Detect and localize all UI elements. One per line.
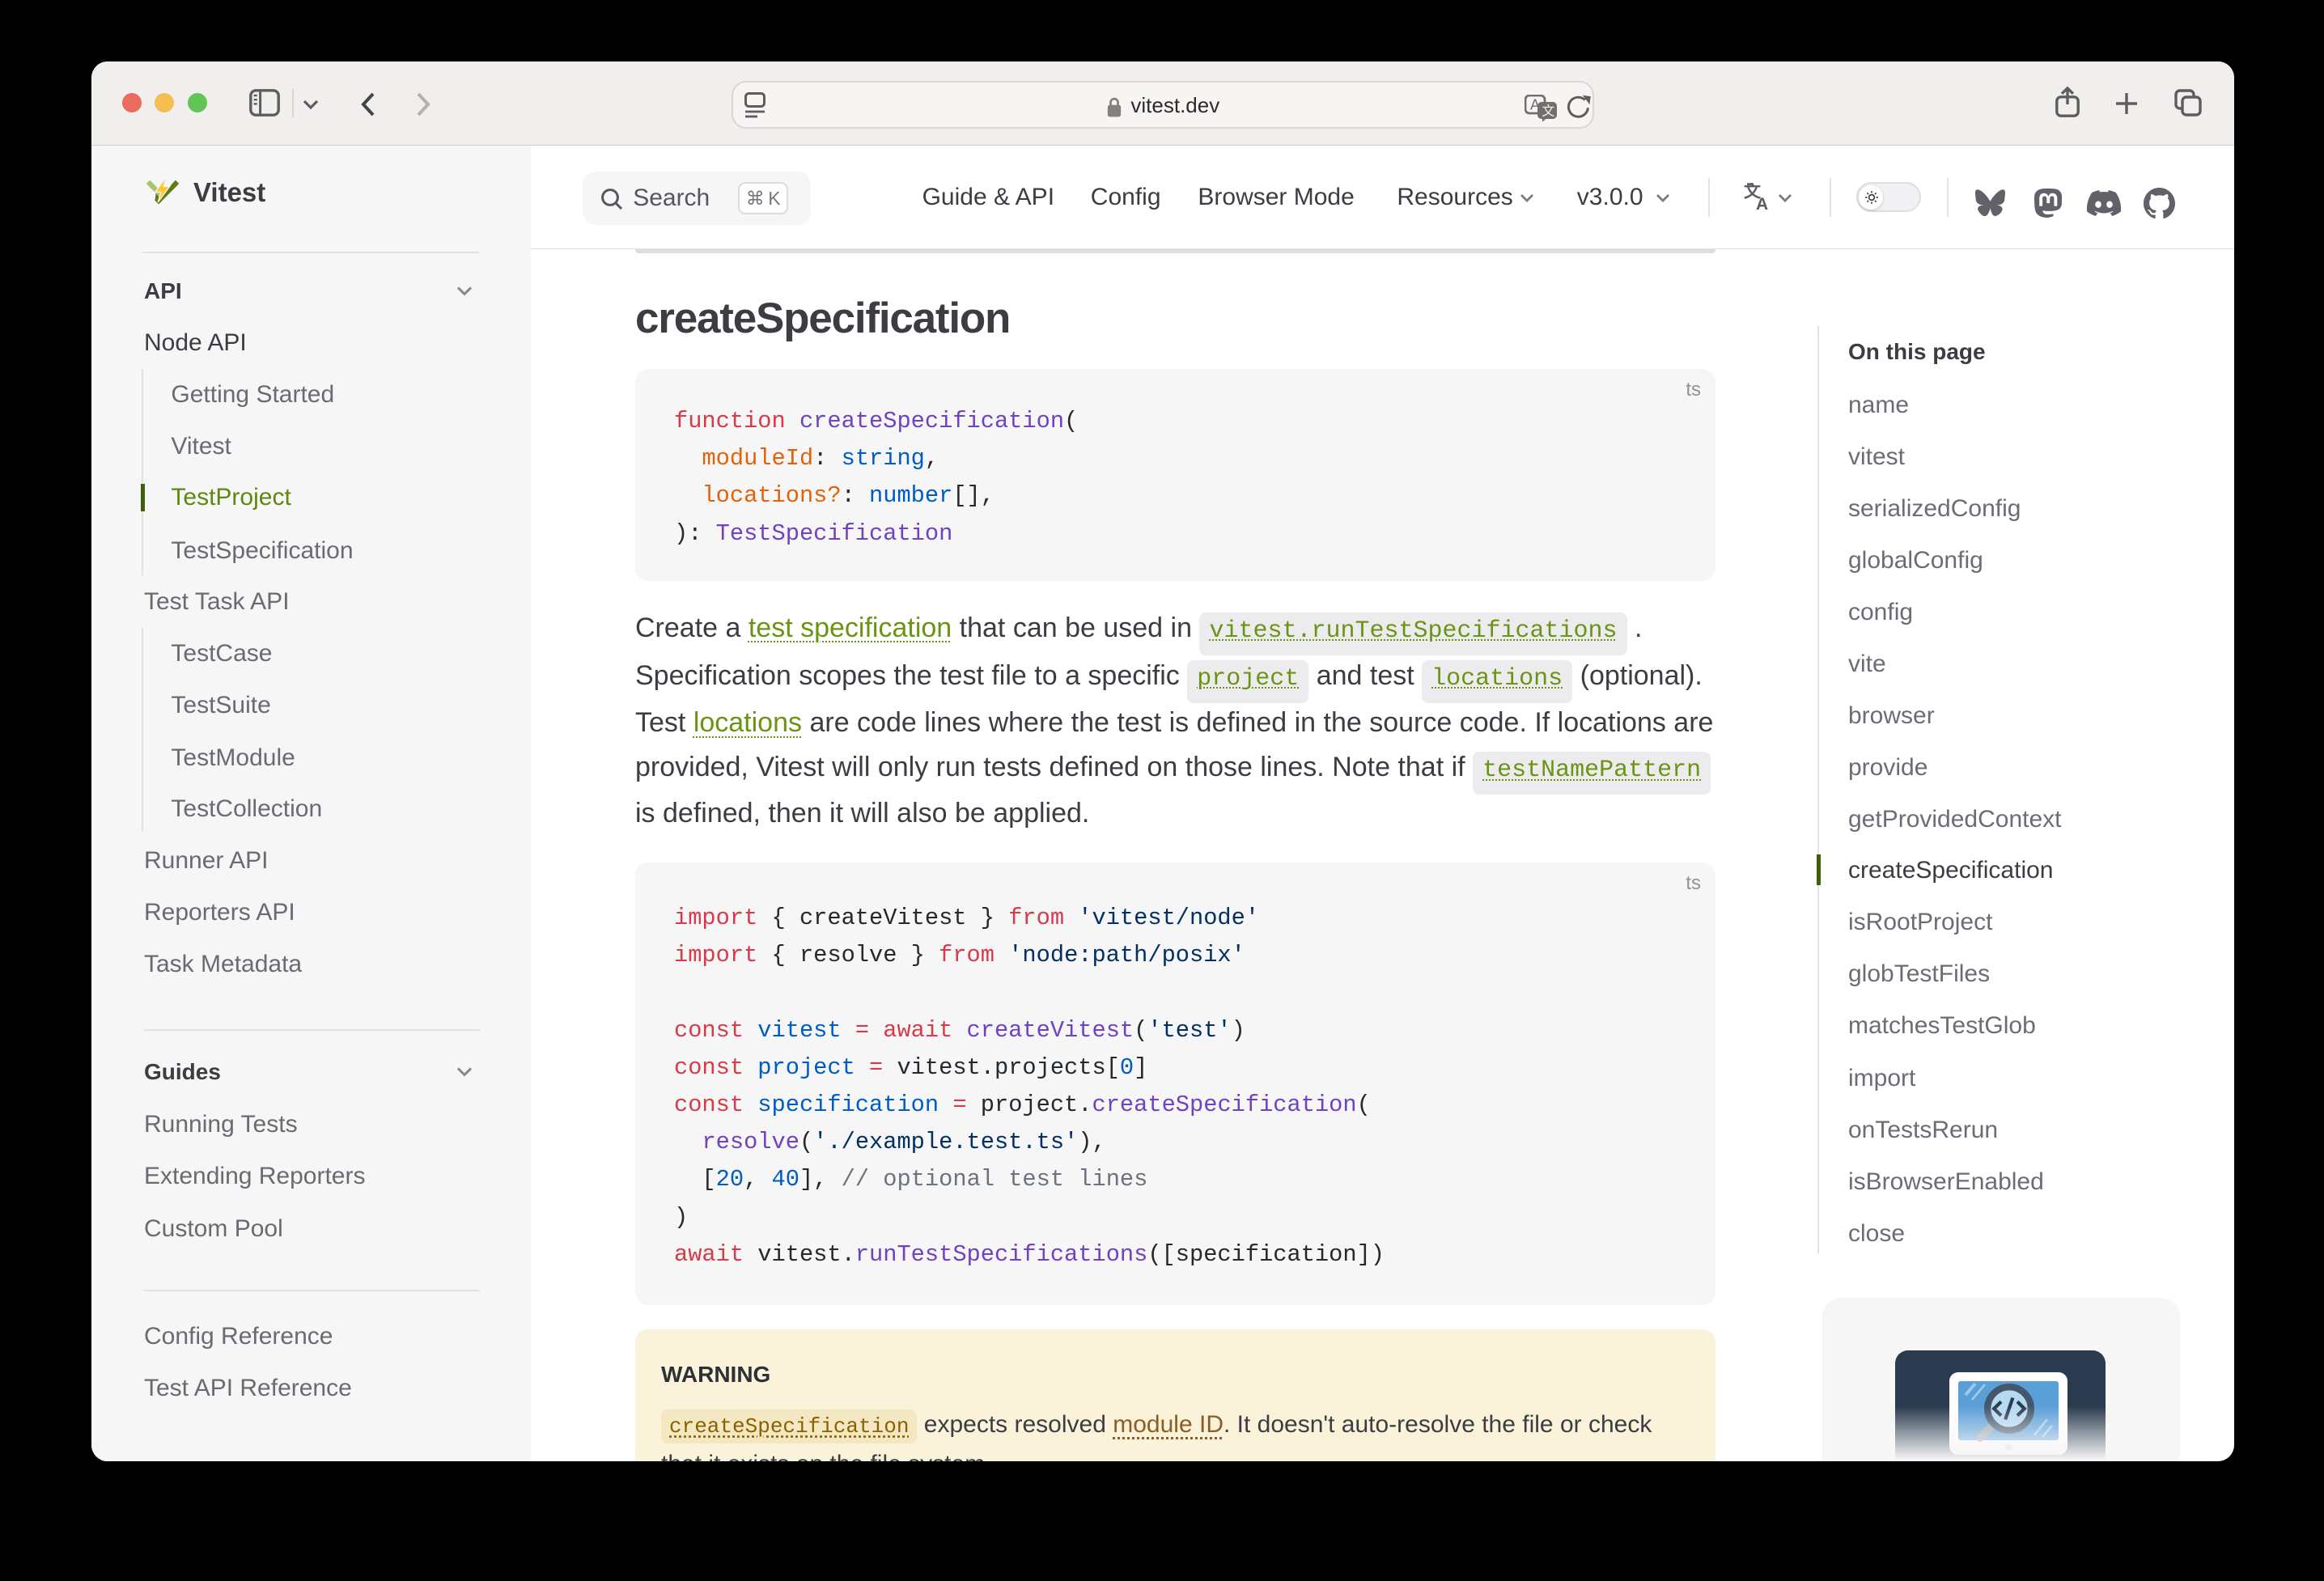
svg-text:A: A: [1756, 195, 1768, 210]
svg-text:文: 文: [1542, 104, 1554, 119]
